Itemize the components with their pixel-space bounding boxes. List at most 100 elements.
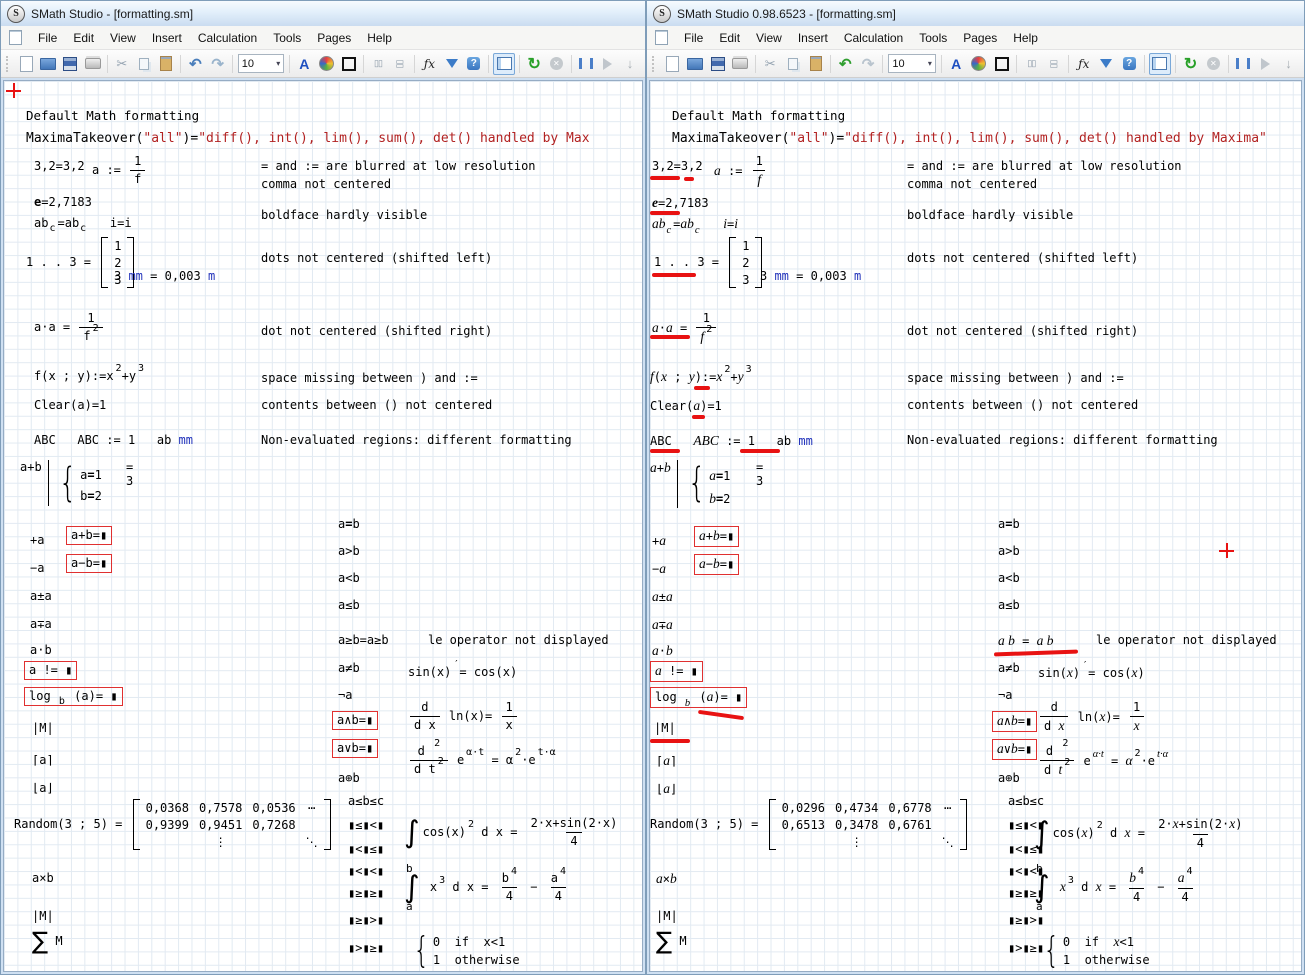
filter-button[interactable] [1096, 54, 1117, 74]
menu-calculation[interactable]: Calculation [190, 28, 265, 48]
play-button[interactable] [598, 54, 618, 74]
annotation-space[interactable]: space missing between ) and := [261, 371, 478, 387]
recalc-button[interactable] [1180, 54, 1201, 74]
decimal-comma-equation[interactable]: 3,2=3,2 [34, 159, 85, 174]
derivative-sin[interactable]: sin(x)′= cos(x) [408, 665, 517, 680]
cross-product[interactable]: a×b [656, 871, 677, 888]
annotation-nonevaluated[interactable]: Non-evaluated regions: different formatt… [261, 433, 572, 449]
logical-not[interactable]: ¬a [338, 688, 352, 703]
menu-pages[interactable]: Pages [955, 28, 1005, 48]
integral-cos[interactable]: ∫cos(x)2 d x = 2·x+sin(2·x)4 [404, 815, 623, 850]
ceiling[interactable]: ⌈a⌉ [32, 753, 54, 768]
function-button[interactable] [419, 54, 439, 74]
log-placeholder[interactable]: log b (a)= ▮ [650, 687, 747, 708]
border-button[interactable] [991, 54, 1012, 74]
bool-equal[interactable]: a=b [338, 517, 360, 532]
fontcolor-button[interactable] [946, 54, 967, 74]
minus-plus[interactable]: a∓a [652, 617, 673, 634]
dot-product-fraction[interactable]: a·a = 1f2 [652, 310, 718, 347]
align-h-button[interactable] [368, 54, 388, 74]
less-than[interactable]: a<b [998, 571, 1020, 586]
function-definition[interactable]: f(x ; y):=x2+y3 [650, 369, 752, 386]
redo-button[interactable] [208, 54, 228, 74]
menu-insert[interactable]: Insert [144, 28, 190, 48]
print-button[interactable] [730, 54, 751, 74]
menu-calculation[interactable]: Calculation [836, 28, 911, 48]
align-v-button[interactable] [390, 54, 410, 74]
annotation-dot[interactable]: dot not centered (shifted right) [261, 324, 492, 340]
assign-fraction[interactable]: a := 1f [92, 153, 147, 188]
menu-help[interactable]: Help [359, 28, 400, 48]
menu-view[interactable]: View [102, 28, 144, 48]
subscript-equation[interactable]: abc=abc i=i [652, 216, 738, 233]
decimal-comma-equation[interactable]: 3,2=3,2 [652, 159, 703, 174]
second-derivative-exp[interactable]: d 2d t2 eα·t = α2·et·α [1038, 743, 1168, 780]
copy-button[interactable] [783, 54, 804, 74]
chain-7[interactable]: ▮>▮>▮ [1008, 967, 1044, 972]
open-button[interactable] [38, 54, 58, 74]
panels-button[interactable] [1149, 53, 1172, 75]
clear-call[interactable]: Clear(a)=1 [650, 398, 722, 415]
less-equal[interactable]: a≤b [998, 598, 1020, 613]
plus-minus[interactable]: a±a [30, 589, 52, 604]
page-title[interactable]: Default Math formatting [672, 108, 845, 124]
greater-than[interactable]: a>b [998, 544, 1020, 559]
border-button[interactable] [339, 54, 359, 74]
placeholder-subtract[interactable]: a−b=▮ [694, 554, 739, 575]
unary-plus[interactable]: +a [652, 533, 666, 550]
bool-equal[interactable]: a=b [998, 517, 1020, 532]
euler-value[interactable]: e=2,7183 [34, 195, 92, 210]
and-placeholder[interactable]: a∧b=▮ [332, 711, 378, 730]
cut-button[interactable] [112, 54, 132, 74]
ge-operator-row[interactable]: a≥b=a≥b [338, 633, 389, 648]
determinant[interactable]: |M| [654, 721, 676, 736]
pause-button[interactable] [575, 54, 595, 74]
chain-3[interactable]: ▮<▮<▮ [348, 864, 384, 879]
chain-5[interactable]: ▮≥▮>▮ [348, 913, 384, 928]
random-matrix[interactable]: Random(3 ; 5) = 0,03680,75780,0536⋯0,939… [14, 799, 331, 850]
recalc-button[interactable] [524, 54, 544, 74]
less-than[interactable]: a<b [338, 571, 360, 586]
cut-button[interactable] [760, 54, 781, 74]
determinant[interactable]: |M| [32, 721, 54, 736]
menu-tools[interactable]: Tools [911, 28, 955, 48]
fontcolor-button[interactable] [294, 54, 314, 74]
undo-button[interactable] [835, 54, 856, 74]
new-button[interactable] [662, 54, 683, 74]
menu-file[interactable]: File [30, 28, 65, 48]
chain-6[interactable]: ▮>▮≥▮ [348, 941, 384, 956]
paste-button[interactable] [156, 54, 176, 74]
derivative-ln[interactable]: dd x ln(x)= 1x [408, 699, 519, 734]
log-placeholder[interactable]: log b (a)= ▮ [24, 687, 123, 706]
chain-6[interactable]: ▮>▮≥▮ [1008, 941, 1044, 956]
menu-tools[interactable]: Tools [265, 28, 309, 48]
sum-of-matrix[interactable]: ∑ M [32, 929, 63, 953]
font-size-select[interactable]: 10▾ [888, 54, 935, 73]
maxima-takeover-line[interactable]: MaximaTakeover("all")="diff(), int(), li… [672, 131, 1267, 147]
placeholder-add[interactable]: a+b=▮ [694, 526, 739, 547]
integral-bounds[interactable]: b∫a x3 d x = b44 − a44 [1034, 861, 1199, 913]
clear-call[interactable]: Clear(a)=1 [34, 398, 106, 413]
page-title[interactable]: Default Math formatting [26, 108, 199, 124]
redo-button[interactable] [858, 54, 879, 74]
filter-button[interactable] [441, 54, 461, 74]
derivative-ln[interactable]: dd x ln(x)= 1x [1038, 699, 1146, 736]
step-button[interactable] [1278, 54, 1299, 74]
piecewise-cases[interactable]: {0 if x<11 otherwise [410, 931, 520, 971]
and-placeholder[interactable]: a∧b=▮ [992, 711, 1037, 732]
euler-value[interactable]: e=2,7183 [652, 195, 709, 212]
floor[interactable]: ⌊a⌋ [32, 781, 54, 796]
factorial-placeholder[interactable]: a != ▮ [24, 661, 77, 680]
align-h-button[interactable] [1021, 54, 1042, 74]
chain-4[interactable]: ▮≥▮≥▮ [348, 886, 384, 901]
palette-button[interactable] [316, 54, 336, 74]
panels-button[interactable] [493, 53, 515, 75]
maxima-takeover-line[interactable]: MaximaTakeover("all")="diff(), int(), li… [26, 131, 590, 147]
stop-button[interactable] [1203, 54, 1224, 74]
annotation-contents[interactable]: contents between () not centered [261, 398, 492, 414]
menu-edit[interactable]: Edit [65, 28, 102, 48]
annotation-le-operator[interactable]: le operator not displayed [428, 633, 609, 649]
unit-conversion[interactable]: 3 mm = 0,003 m [760, 269, 861, 284]
help-button[interactable] [464, 54, 484, 74]
menu-file[interactable]: File [676, 28, 711, 48]
